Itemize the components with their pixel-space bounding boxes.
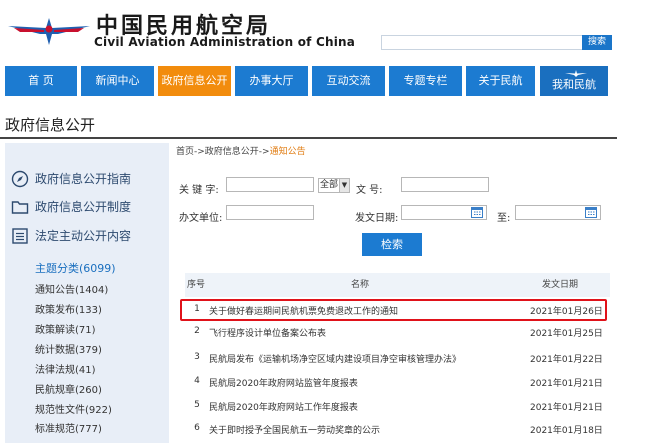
nav-item-interaction[interactable]: 互动交流	[312, 66, 385, 96]
sidebar-subitem[interactable]: 通知公告(1404)	[35, 281, 108, 296]
nav-item-about[interactable]: 关于民航	[466, 66, 535, 96]
breadcrumb-gov-info[interactable]: 政府信息公开->	[205, 147, 270, 157]
main-nav: 首 页 新闻中心 政府信息公开 办事大厅 互动交流 专题专栏 关于民航 我和民航	[0, 66, 650, 96]
calendar-icon[interactable]	[585, 206, 597, 218]
sidebar-subitem[interactable]: 标准规范(777)	[35, 420, 102, 435]
date-label: 发文日期:	[355, 213, 399, 224]
nav-item-services[interactable]: 办事大厅	[235, 66, 308, 96]
column-header-no: 序号	[186, 280, 205, 290]
table-row[interactable]: 4 民航局2020年政府网站监管年度报表 2021年01月21日	[185, 372, 610, 394]
breadcrumb: 首页->政府信息公开->通知公告	[176, 144, 306, 157]
list-icon	[12, 228, 28, 244]
scope-select[interactable]: 全部 ▼	[318, 178, 350, 193]
row-date: 2021年01月21日	[530, 403, 603, 413]
sidebar-item-label: 政府信息公开制度	[35, 200, 132, 214]
site-title-en: Civil Aviation Administration of China	[94, 35, 356, 49]
nav-item-label: 我和民航	[552, 78, 596, 91]
row-title-link[interactable]: 关于即时授予全国民航五一劳动奖章的公示	[209, 423, 380, 436]
site-search-input[interactable]	[381, 35, 583, 50]
nav-item-me-and-caac[interactable]: 我和民航	[540, 66, 608, 96]
calendar-icon[interactable]	[471, 206, 483, 218]
row-number: 6	[194, 423, 200, 433]
sidebar-item-label: 政府信息公开指南	[35, 172, 132, 186]
doc-no-label: 文 号:	[356, 185, 383, 196]
nav-item-gov-info[interactable]: 政府信息公开	[158, 66, 231, 96]
sidebar-subitem[interactable]: 政策发布(133)	[35, 301, 102, 316]
caac-logo-icon[interactable]	[6, 14, 92, 48]
breadcrumb-current: 通知公告	[269, 147, 306, 157]
search-submit-button[interactable]: 检索	[362, 233, 422, 256]
sidebar-category-topic[interactable]: 主题分类(6099)	[35, 260, 116, 276]
nav-item-topics[interactable]: 专题专栏	[389, 66, 462, 96]
chevron-down-icon: ▼	[339, 179, 349, 192]
sidebar-item-statutory[interactable]: 法定主动公开内容	[11, 224, 169, 248]
row-title-link[interactable]: 飞行程序设计单位备案公布表	[209, 326, 326, 339]
sidebar-subitem[interactable]: 法律法规(41)	[35, 361, 96, 376]
sidebar-subitem[interactable]: 规范性文件(922)	[35, 401, 112, 416]
sidebar-subitem[interactable]: 民航规章(260)	[35, 381, 102, 396]
table-header: 序号 名称 发文日期	[185, 273, 610, 297]
sidebar-subitem[interactable]: 统计数据(379)	[35, 341, 102, 356]
compass-icon	[11, 170, 29, 188]
page-title: 政府信息公开	[5, 116, 96, 134]
row-date: 2021年01月18日	[530, 426, 603, 436]
issuer-input[interactable]	[226, 205, 314, 220]
plane-icon	[565, 70, 587, 77]
row-number: 4	[194, 376, 200, 386]
sidebar-item-system[interactable]: 政府信息公开制度	[11, 195, 169, 219]
row-number: 5	[194, 400, 200, 410]
table-row[interactable]: 3 民航局发布《运输机场净空区域内建设项目净空审核管理办法》 2021年01月2…	[185, 348, 610, 370]
column-header-title: 名称	[350, 280, 369, 290]
keyword-input[interactable]	[226, 177, 314, 192]
site-search-button[interactable]: 搜索	[582, 35, 612, 50]
nav-item-home[interactable]: 首 页	[5, 66, 77, 96]
date-to-label: 至:	[497, 213, 511, 224]
column-header-date: 发文日期	[541, 280, 578, 290]
row-date: 2021年01月25日	[530, 329, 603, 339]
folder-icon	[11, 201, 29, 214]
scope-select-value: 全部	[320, 180, 339, 190]
row-title-link[interactable]: 民航局2020年政府网站工作年度报表	[209, 400, 358, 413]
row-date: 2021年01月21日	[530, 379, 603, 389]
keyword-label: 关 键 字:	[179, 185, 219, 196]
table-row[interactable]: 2 飞行程序设计单位备案公布表 2021年01月25日	[185, 322, 610, 344]
sidebar-item-guide[interactable]: 政府信息公开指南	[11, 167, 169, 191]
row-date: 2021年01月22日	[530, 355, 603, 365]
sidebar-subitem[interactable]: 政策解读(71)	[35, 321, 96, 336]
table-row[interactable]: 6 关于即时授予全国民航五一劳动奖章的公示 2021年01月18日	[185, 419, 610, 441]
nav-item-news[interactable]: 新闻中心	[81, 66, 154, 96]
issuer-label: 办文单位:	[179, 213, 223, 224]
sidebar-item-label: 法定主动公开内容	[35, 229, 132, 243]
row-number: 3	[194, 352, 200, 362]
doc-no-input[interactable]	[401, 177, 489, 192]
highlight-box	[180, 299, 607, 321]
sidebar: 政府信息公开指南 政府信息公开制度 法定主动公开内容 主题分类(6099) 通知…	[5, 143, 169, 443]
row-title-link[interactable]: 民航局2020年政府网站监管年度报表	[209, 376, 358, 389]
row-title-link[interactable]: 民航局发布《运输机场净空区域内建设项目净空审核管理办法》	[209, 352, 461, 365]
title-divider	[0, 137, 617, 139]
breadcrumb-home[interactable]: 首页->	[176, 147, 205, 157]
row-number: 2	[194, 326, 200, 336]
site-header: 中国民用航空局 Civil Aviation Administration of…	[0, 0, 650, 66]
table-row[interactable]: 5 民航局2020年政府网站工作年度报表 2021年01月21日	[185, 396, 610, 418]
